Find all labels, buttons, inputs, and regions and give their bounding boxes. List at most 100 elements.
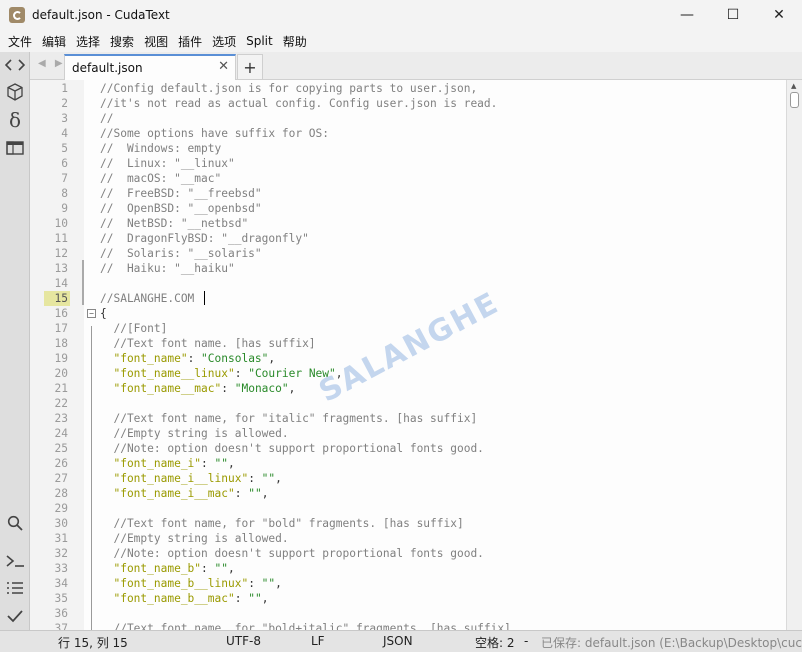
tab-default-json[interactable]: default.json ✕ [64,54,236,80]
code-line[interactable]: 10 // NetBSD: "__netbsd" [30,216,786,231]
line-number: 22 [54,397,68,410]
line-number: 31 [54,532,68,545]
add-tab-button[interactable]: + [237,54,263,79]
code-token: "Consolas" [201,352,269,365]
code-line[interactable]: 33 "font_name_b": "", [30,561,786,576]
code-line[interactable]: 14 [30,276,786,291]
tab-scroll-arrows[interactable]: ◀ ▶ [38,58,66,69]
menu-search[interactable]: 搜索 [105,33,139,50]
menu-select[interactable]: 选择 [71,33,105,50]
code-token: "font_name__linux" [100,367,235,380]
code-line[interactable]: 35 "font_name_b__mac": "", [30,591,786,606]
line-number: 9 [61,202,68,215]
code-line[interactable]: 22 [30,396,786,411]
code-line[interactable]: 30 //Text font name, for "bold" fragment… [30,516,786,531]
menu-help[interactable]: 帮助 [278,33,312,50]
status-encoding[interactable]: UTF-8 [226,634,261,648]
code-line[interactable]: 37 //Text font name, for "bold+italic" f… [30,621,786,630]
delta-icon[interactable]: δ [3,108,27,132]
scroll-up-icon[interactable]: ▲ [791,82,796,90]
menu-bar: 文件 编辑 选择 搜索 视图 插件 选项 Split 帮助 [0,30,802,52]
list-icon[interactable] [3,576,27,600]
code-line[interactable]: 24 //Empty string is allowed. [30,426,786,441]
panel-icon[interactable] [3,136,27,160]
code-line[interactable]: 23 //Text font name, for "italic" fragme… [30,411,786,426]
tab-close-icon[interactable]: ✕ [218,59,229,74]
code-line[interactable]: 3 // [30,111,786,126]
cube-icon[interactable] [3,80,27,104]
minimize-button[interactable]: — [664,0,710,30]
code-token: : [187,352,202,365]
console-icon[interactable] [3,549,27,573]
status-position[interactable]: 行 15, 列 15 [58,634,128,651]
line-number: 19 [54,352,68,365]
code-line[interactable]: 27 "font_name_i__linux": "", [30,471,786,486]
code-line[interactable]: 11 // DragonFlyBSD: "__dragonfly" [30,231,786,246]
close-window-button[interactable]: ✕ [756,0,802,30]
search-icon[interactable] [3,511,27,535]
code-token: "" [214,457,229,470]
code-text: "font_name_i__mac": "", [100,486,268,501]
code-line[interactable]: 32 //Note: option doesn't support propor… [30,546,786,561]
code-line[interactable]: 4 //Some options have suffix for OS: [30,126,786,141]
code-line[interactable]: 7 // macOS: "__mac" [30,171,786,186]
check-icon[interactable] [3,604,27,628]
code-token: "Monaco" [234,382,289,395]
code-text: //[Font] [100,321,167,336]
maximize-button[interactable]: ☐ [710,0,756,30]
code-token: //[Font] [100,322,168,335]
code-line[interactable]: 36 [30,606,786,621]
code-token: // macOS: "__mac" [100,172,222,185]
menu-options[interactable]: 选项 [207,33,241,50]
code-editor[interactable]: 1 //Config default.json is for copying pa… [30,80,786,630]
menu-edit[interactable]: 编辑 [37,33,71,50]
code-line[interactable]: 34 "font_name_b__linux": "", [30,576,786,591]
fold-toggle-icon[interactable]: − [87,309,96,318]
code-line[interactable]: 16 −{ [30,306,786,321]
code-token: //Config default.json is for copying par… [100,82,478,95]
code-line[interactable]: 9 // OpenBSD: "__openbsd" [30,201,786,216]
title-bar: default.json - CudaText — ☐ ✕ [0,0,802,30]
code-text: // FreeBSD: "__freebsd" [100,186,262,201]
line-number: 15 [44,291,70,306]
code-token: // Haiku: "__haiku" [100,262,235,275]
code-line[interactable]: 25 //Note: option doesn't support propor… [30,441,786,456]
menu-view[interactable]: 视图 [139,33,173,50]
code-line[interactable]: 21 "font_name__mac": "Monaco", [30,381,786,396]
code-text: //Text font name, for "bold+italic" frag… [100,621,510,630]
status-indent[interactable]: 空格: 2 [475,634,515,651]
menu-plugins[interactable]: 插件 [173,33,207,50]
code-token: "font_name__mac" [100,382,222,395]
line-number: 27 [54,472,68,485]
window-title: default.json - CudaText [32,8,170,22]
code-token: "" [248,487,262,500]
code-text: // NetBSD: "__netbsd" [100,216,248,231]
code-line[interactable]: 31 //Empty string is allowed. [30,531,786,546]
code-line[interactable]: 12 // Solaris: "__solaris" [30,246,786,261]
code-line[interactable]: 26 "font_name_i": "", [30,456,786,471]
menu-file[interactable]: 文件 [3,33,37,50]
code-text: // Windows: empty [100,141,221,156]
menu-split[interactable]: Split [241,34,278,48]
code-text: // Solaris: "__solaris" [100,246,262,261]
line-number: 25 [54,442,68,455]
line-number: 28 [54,487,68,500]
scrollbar-thumb[interactable] [790,92,799,108]
code-line[interactable]: 28 "font_name_i__mac": "", [30,486,786,501]
code-line[interactable]: 6 // Linux: "__linux" [30,156,786,171]
code-line[interactable]: 5 // Windows: empty [30,141,786,156]
code-line[interactable]: 2 //it's not read as actual config. Confi… [30,96,786,111]
code-icon[interactable] [3,53,27,77]
code-line[interactable]: 20 "font_name__linux": "Courier New", [30,366,786,381]
code-line[interactable]: 1 //Config default.json is for copying pa… [30,81,786,96]
vertical-scrollbar[interactable]: ▲ [786,80,802,630]
code-line[interactable]: 13 // Haiku: "__haiku" [30,261,786,276]
code-text: "font_name_i__linux": "", [100,471,281,486]
code-line[interactable]: 15 //SALANGHE.COM [30,291,786,306]
code-line[interactable]: 8 // FreeBSD: "__freebsd" [30,186,786,201]
code-text: "font_name__mac": "Monaco", [100,381,295,396]
code-line[interactable]: 29 [30,501,786,516]
status-lexer[interactable]: JSON [383,634,413,648]
status-line-ending[interactable]: LF [311,634,325,648]
status-bar: 行 15, 列 15 UTF-8 LF JSON 空格: 2 - 已保存: de… [0,630,802,652]
